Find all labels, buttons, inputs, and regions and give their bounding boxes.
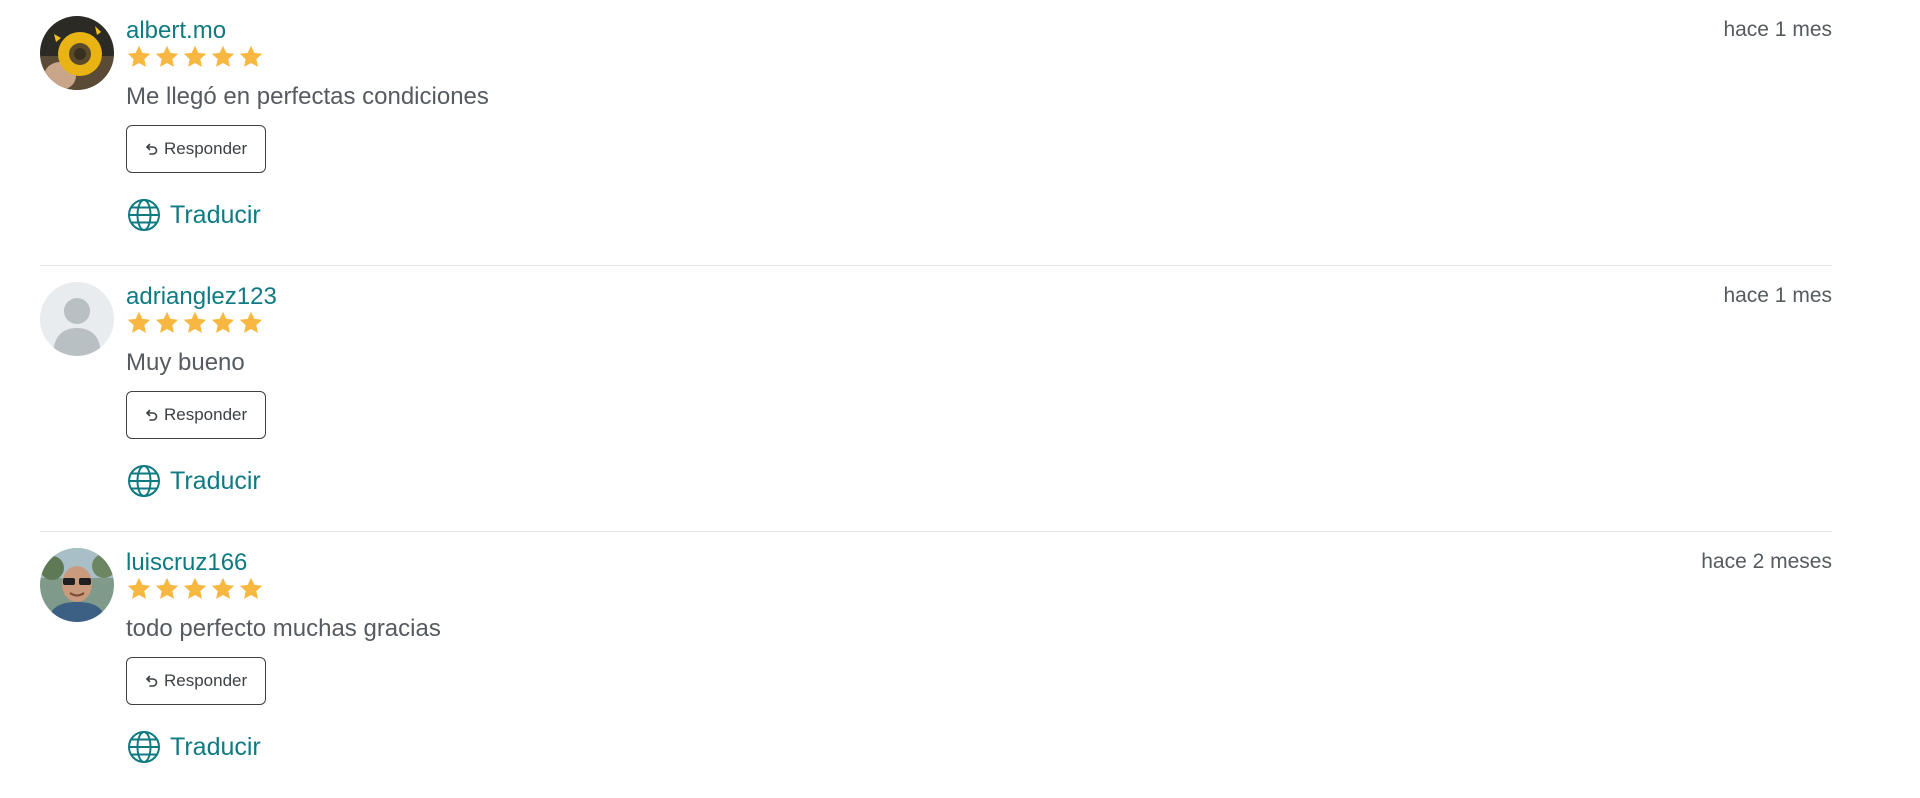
reply-label: Responder	[164, 671, 248, 690]
avatar[interactable]	[40, 548, 114, 622]
review-comment: todo perfecto muchas gracias	[126, 615, 441, 642]
star-icon	[126, 576, 152, 606]
globe-icon	[126, 729, 162, 765]
star-icon	[238, 44, 264, 74]
reply-label: Responder	[164, 405, 248, 424]
star-rating	[126, 576, 1832, 606]
star-icon	[238, 576, 264, 606]
globe-icon	[126, 463, 162, 499]
review-time: hace 1 mes	[1723, 18, 1832, 41]
reply-icon	[145, 142, 159, 156]
reply-button[interactable]: Responder	[126, 657, 267, 705]
star-icon	[154, 310, 180, 340]
star-icon	[182, 310, 208, 340]
reply-button[interactable]: Responder	[126, 125, 267, 173]
reply-button[interactable]: Responder	[126, 391, 267, 439]
review-comment: Me llegó en perfectas condiciones	[126, 83, 489, 110]
review-item: adrianglez123 Muy bueno Responder Traduc…	[40, 266, 1832, 532]
star-icon	[126, 310, 152, 340]
reviews-list: albert.mo Me llegó en perfectas condicio…	[40, 0, 1832, 798]
star-icon	[238, 310, 264, 340]
reply-label: Responder	[164, 139, 248, 158]
translate-label: Traducir	[170, 200, 261, 229]
username[interactable]: adrianglez123	[126, 280, 1832, 314]
star-icon	[210, 310, 236, 340]
avatar[interactable]	[40, 16, 114, 90]
star-icon	[210, 44, 236, 74]
globe-icon	[126, 197, 162, 233]
star-icon	[182, 576, 208, 606]
star-rating	[126, 310, 1832, 340]
review-time: hace 1 mes	[1723, 284, 1832, 307]
translate-link[interactable]: Traducir	[126, 729, 1832, 765]
star-icon	[126, 44, 152, 74]
reply-icon	[145, 674, 159, 688]
translate-link[interactable]: Traducir	[126, 197, 1832, 233]
username[interactable]: luiscruz166	[126, 546, 1832, 580]
translate-label: Traducir	[170, 732, 261, 761]
review-comment: Muy bueno	[126, 349, 245, 376]
star-rating	[126, 44, 1832, 74]
star-icon	[154, 44, 180, 74]
avatar[interactable]	[40, 282, 114, 356]
star-icon	[154, 576, 180, 606]
star-icon	[182, 44, 208, 74]
username[interactable]: albert.mo	[126, 14, 1832, 48]
star-icon	[210, 576, 236, 606]
review-item: luiscruz166 todo perfecto muchas gracias…	[40, 532, 1832, 798]
review-item: albert.mo Me llegó en perfectas condicio…	[40, 0, 1832, 266]
translate-label: Traducir	[170, 466, 261, 495]
reply-icon	[145, 408, 159, 422]
translate-link[interactable]: Traducir	[126, 463, 1832, 499]
review-time: hace 2 meses	[1701, 550, 1832, 573]
